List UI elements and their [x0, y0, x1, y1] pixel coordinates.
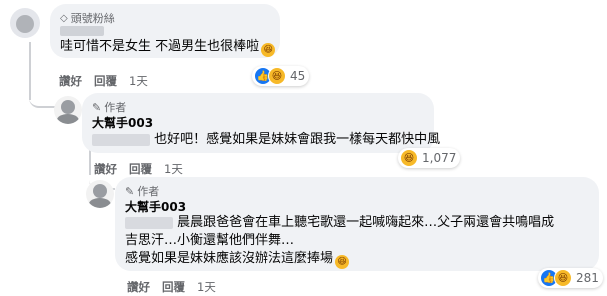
- top-fan-badge[interactable]: ◇ 頭號粉絲: [60, 10, 115, 26]
- comment-text: 哇可惜不是女生 不過男生也很棒啦 😆: [60, 38, 276, 57]
- reply-button[interactable]: 回覆: [129, 161, 152, 177]
- author-badge[interactable]: ✎ 作者: [92, 99, 126, 115]
- like-button[interactable]: 讚好: [127, 279, 150, 295]
- diamond-icon: ◇: [60, 12, 68, 24]
- avatar-face: [93, 184, 107, 199]
- like-button[interactable]: 讚好: [94, 161, 117, 177]
- comment-actions: 讚好 回覆 1天: [59, 73, 148, 89]
- reply-button[interactable]: 回覆: [94, 73, 117, 89]
- author-name[interactable]: 大幫手003: [92, 114, 153, 131]
- reply-button[interactable]: 回覆: [162, 279, 185, 295]
- avatar[interactable]: [86, 180, 114, 208]
- haha-icon: 😆: [554, 269, 572, 287]
- avatar[interactable]: [54, 96, 82, 124]
- comment-bubble: ✎ 作者 大幫手003 也好吧！感覺如果是妹妹會跟我一樣每天都快中風: [82, 93, 440, 153]
- mention-redacted[interactable]: [125, 216, 173, 229]
- pencil-icon: ✎: [92, 100, 102, 114]
- badge-label: 作者: [104, 101, 127, 114]
- pencil-icon: ✎: [125, 184, 135, 198]
- avatar-body: [56, 114, 80, 124]
- comment-actions: 讚好 回覆 1天: [94, 161, 183, 177]
- author-name[interactable]: 大幫手003: [125, 198, 186, 215]
- avatar-face: [61, 100, 75, 115]
- avatar-body: [88, 198, 112, 208]
- avatar-face: [16, 14, 34, 33]
- comment-bubble: ◇ 頭號粉絲 哇可惜不是女生 不過男生也很棒啦 😆: [50, 4, 280, 58]
- haha-icon: 😆: [400, 149, 418, 167]
- comment-text-line: 感覺如果是妹妹應該沒辦法這麼捧場 😆: [125, 250, 350, 269]
- thread-connector: [29, 82, 55, 108]
- laughing-emoji-icon: 😆: [335, 255, 350, 269]
- reaction-count: 1,077: [422, 151, 457, 165]
- timestamp[interactable]: 1天: [197, 279, 216, 295]
- reaction-summary[interactable]: 👍 😆 45: [252, 66, 310, 86]
- reaction-summary[interactable]: 😆 1,077: [398, 148, 461, 168]
- author-name-redacted[interactable]: [60, 26, 104, 36]
- comment-text-line: 晨晨跟爸爸會在車上聽宅歌還一起喊嗨起來…父子兩還會共鳴唱成: [125, 214, 554, 232]
- comment-text-line: 吉思汗…小衡還幫他們伴舞…: [125, 233, 295, 248]
- like-button[interactable]: 讚好: [59, 73, 82, 89]
- comment-text: 也好吧！感覺如果是妹妹會跟我一樣每天都快中風: [92, 131, 440, 149]
- comment-actions: 讚好 回覆 1天: [127, 279, 216, 295]
- reaction-summary[interactable]: 👍 😆 281: [538, 268, 603, 288]
- comment-bubble: ✎ 作者 大幫手003 晨晨跟爸爸會在車上聽宅歌還一起喊嗨起來…父子兩還會共鳴唱…: [115, 177, 599, 271]
- reaction-count: 281: [576, 271, 599, 285]
- reaction-count: 45: [290, 69, 306, 83]
- timestamp[interactable]: 1天: [164, 161, 183, 177]
- laughing-emoji-icon: 😆: [261, 43, 276, 57]
- timestamp[interactable]: 1天: [129, 73, 148, 89]
- badge-label: 頭號粉絲: [70, 12, 115, 25]
- mention-redacted[interactable]: [92, 133, 150, 146]
- badge-label: 作者: [137, 185, 160, 198]
- avatar[interactable]: [10, 8, 40, 38]
- haha-icon: 😆: [268, 67, 286, 85]
- author-badge[interactable]: ✎ 作者: [125, 183, 159, 199]
